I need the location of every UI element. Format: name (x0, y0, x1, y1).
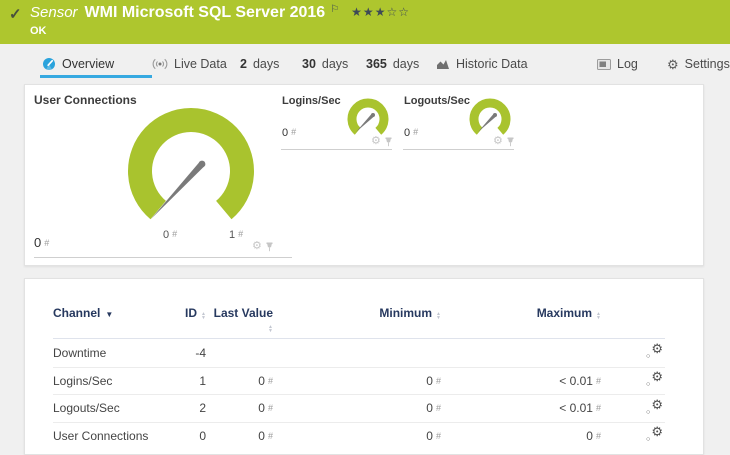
tab-2-days[interactable]: 2 days (240, 44, 279, 84)
live-broadcast-icon (152, 58, 168, 70)
channel-settings-icon[interactable]: ⚙ ○ (646, 398, 663, 416)
tab-30-days[interactable]: 30 days (302, 44, 348, 84)
tab-365-days-number: 365 (366, 57, 387, 71)
sensor-page: ✓ Sensor WMI Microsoft SQL Server 2016 ⚐… (0, 0, 730, 455)
channel-maximum: < 0.01 # (559, 401, 601, 416)
logins-gauge-title: Logins/Sec (282, 95, 341, 107)
tab-overview[interactable]: Overview (42, 44, 114, 84)
main-gauge-value: 0 # (34, 235, 50, 250)
channel-name[interactable]: Downtime (53, 346, 181, 360)
logouts-gauge-title: Logouts/Sec (404, 95, 471, 107)
logins-gauge-widget: Logins/Sec 0 # ⚙ (281, 91, 393, 157)
channel-maximum (441, 346, 601, 360)
logouts-gauge-widget: Logouts/Sec 0 # ⚙ (403, 91, 515, 157)
channel-settings-icon[interactable]: ⚙ ○ (646, 342, 663, 360)
gauge-icon (42, 57, 56, 71)
column-header-channel[interactable]: Channel ▼ (53, 307, 181, 321)
tab-365-days[interactable]: 365 days (366, 44, 419, 84)
main-gauge-max-label: 1 # (229, 229, 244, 241)
channel-minimum: 0 # (426, 401, 441, 416)
tab-historic-data-label: Historic Data (456, 57, 528, 71)
channel-id: 1 (199, 373, 206, 388)
channel-last-value (206, 346, 273, 360)
tab-log-label: Log (617, 57, 638, 71)
priority-stars[interactable]: ★★★☆☆ (351, 5, 410, 19)
tab-30-days-word: days (321, 57, 349, 71)
sensor-status-badge: OK (30, 25, 47, 37)
logins-gauge-divider (281, 149, 392, 150)
channel-last-value: 0 # (258, 428, 273, 443)
sensor-header: ✓ Sensor WMI Microsoft SQL Server 2016 ⚐… (0, 0, 730, 44)
flag-icon[interactable]: ⚐ (330, 4, 339, 15)
tab-live-data-label: Live Data (174, 57, 227, 71)
widget-gear-icon[interactable]: ⚙ (371, 136, 381, 147)
channel-name[interactable]: Logouts/Sec (53, 401, 181, 415)
overview-gauges-panel: User Connections 0 # 1 # 0 # ⚙ Logins/Sec (24, 84, 704, 266)
column-header-maximum[interactable]: Maximum ▲ ▼ (441, 307, 601, 321)
channel-last-value: 0 # (258, 401, 273, 416)
logouts-gauge-controls: ⚙ (493, 136, 515, 147)
logins-gauge-value: 0 # (282, 127, 297, 139)
log-window-icon (597, 58, 611, 70)
channels-table: Channel ▼ ID ▲ ▼ Last Value ▲ ▼ Minimum ▲ ▼ Max… (53, 297, 665, 449)
settings-gear-icon: ⚙ (667, 56, 679, 72)
logouts-gauge (469, 98, 511, 135)
widget-pin-icon[interactable] (265, 242, 274, 252)
widget-gear-icon[interactable]: ⚙ (493, 136, 503, 147)
column-header-id[interactable]: ID ▲ ▼ (181, 307, 206, 321)
channel-minimum: 0 # (426, 428, 441, 443)
column-header-last-value[interactable]: Last Value ▲ ▼ (206, 307, 273, 334)
table-row-logouts-sec: Logouts/Sec 2 0 # 0 # < 0.01 # ⚙ ○ (53, 394, 665, 422)
tab-live-data[interactable]: Live Data (152, 44, 227, 84)
channel-id: 2 (199, 401, 206, 416)
main-gauge-divider (34, 257, 292, 258)
channel-minimum: 0 # (426, 373, 441, 388)
main-gauge-controls: ⚙ (252, 241, 274, 252)
tab-2-days-word: days (252, 57, 280, 71)
channel-settings-icon[interactable]: ⚙ ○ (646, 425, 663, 443)
logins-gauge-controls: ⚙ (371, 136, 393, 147)
tab-overview-label: Overview (62, 57, 115, 71)
tab-settings[interactable]: ⚙ Settings (667, 44, 730, 84)
main-gauge-min-label: 0 # (163, 229, 178, 241)
sensor-title: WMI Microsoft SQL Server 2016 (84, 4, 326, 21)
tab-historic-data[interactable]: Historic Data (436, 44, 528, 84)
channels-table-panel: Channel ▼ ID ▲ ▼ Last Value ▲ ▼ Minimum ▲ ▼ Max… (24, 278, 704, 455)
active-tab-indicator (40, 75, 152, 78)
channel-id: 0 (199, 428, 206, 443)
logouts-gauge-value: 0 # (404, 127, 419, 139)
channel-id: -4 (195, 345, 206, 360)
tab-30-days-number: 30 (302, 57, 316, 71)
table-row-logins-sec: Logins/Sec 1 0 # 0 # < 0.01 # ⚙ ○ (53, 366, 665, 395)
tab-2-days-number: 2 (240, 57, 247, 71)
widget-pin-icon[interactable] (506, 137, 515, 147)
area-chart-icon (436, 58, 450, 70)
channel-minimum (273, 346, 441, 360)
column-header-minimum[interactable]: Minimum ▲ ▼ (273, 307, 441, 321)
object-kind-label: Sensor (30, 4, 78, 21)
sort-icon: ▲ ▼ (268, 324, 273, 334)
channels-table-header: Channel ▼ ID ▲ ▼ Last Value ▲ ▼ Minimum ▲ ▼ Max… (53, 297, 665, 339)
table-row-downtime: Downtime -4 ⚙ ○ (53, 339, 665, 367)
logouts-gauge-divider (403, 149, 514, 150)
sort-desc-icon: ▼ (105, 310, 114, 319)
channel-name[interactable]: Logins/Sec (53, 374, 181, 388)
user-connections-gauge (128, 108, 254, 220)
channel-maximum: < 0.01 # (559, 373, 601, 388)
widget-gear-icon[interactable]: ⚙ (252, 241, 262, 252)
table-row-user-connections: User Connections 0 0 # 0 # 0 # ⚙ ○ (53, 421, 665, 450)
tab-settings-label: Settings (684, 57, 730, 71)
logins-gauge (347, 98, 389, 135)
status-ok-check-icon: ✓ (9, 6, 22, 23)
tab-bar: Overview Live Data 2 days 30 days 365 da… (0, 44, 730, 84)
channel-maximum: 0 # (586, 428, 601, 443)
channel-last-value: 0 # (258, 373, 273, 388)
tab-365-days-word: days (392, 57, 420, 71)
sort-icon: ▲ ▼ (596, 311, 601, 321)
channel-settings-icon[interactable]: ⚙ ○ (646, 370, 663, 388)
channel-name[interactable]: User Connections (53, 429, 181, 443)
tab-log[interactable]: Log (597, 44, 638, 84)
widget-pin-icon[interactable] (384, 137, 393, 147)
